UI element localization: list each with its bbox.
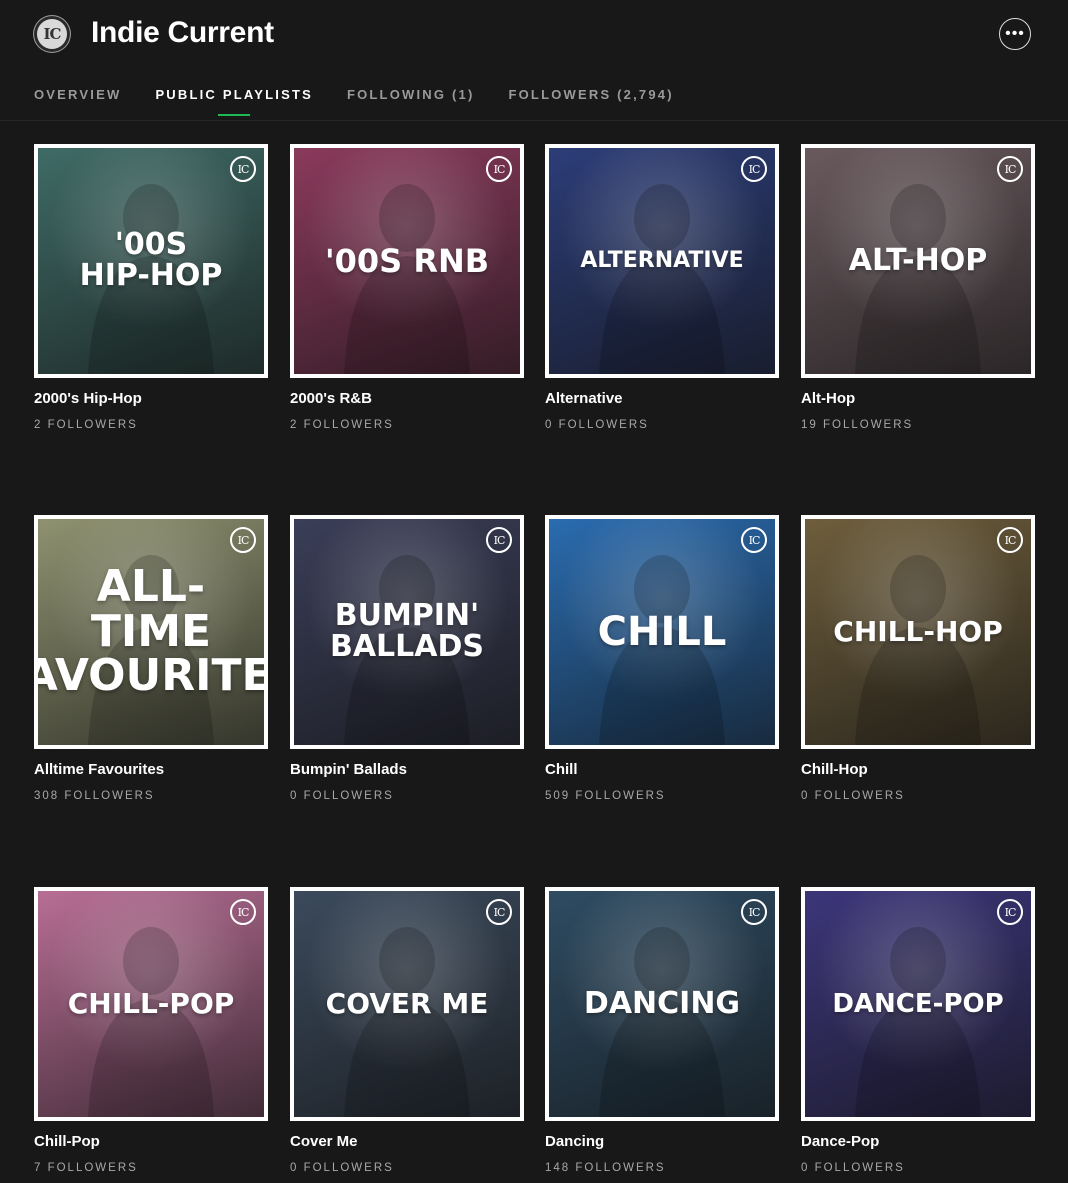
playlist-name[interactable]: Chill-Hop: [801, 761, 868, 778]
playlist-cover-title: Alternative: [580, 247, 744, 273]
playlist-name[interactable]: Alternative: [545, 390, 623, 407]
playlist-card[interactable]: Chill-Pop IC Chill-Pop 7 FOLLOWERS: [34, 887, 268, 1177]
playlist-followers: 0 FOLLOWERS: [290, 790, 394, 802]
playlist-name[interactable]: 2000's Hip-Hop: [34, 390, 142, 407]
playlist-name[interactable]: Chill-Pop: [34, 1133, 100, 1150]
playlist-cover-title: '00s RnB: [324, 241, 490, 280]
playlist-cover-image[interactable]: Cover Me IC: [290, 887, 524, 1121]
playlist-cover-image[interactable]: '00s RnB IC: [290, 144, 524, 378]
brand-badge-icon: IC: [997, 899, 1023, 925]
profile-header: IC Indie Current ••• OVERVIEW PUBLIC PLA…: [0, 0, 1068, 121]
playlist-card[interactable]: Chill IC Chill 509 FOLLOWERS: [545, 515, 779, 805]
playlist-name[interactable]: Chill: [545, 761, 578, 778]
playlist-cover-image[interactable]: '00s Hip-Hop IC: [34, 144, 268, 378]
brand-badge-icon: IC: [741, 527, 767, 553]
playlist-cover-title: Dance-Pop: [832, 988, 1004, 1019]
tab-public-playlists[interactable]: PUBLIC PLAYLISTS: [155, 87, 313, 116]
brand-badge-icon: IC: [230, 899, 256, 925]
playlist-cover-image[interactable]: Dancing IC: [545, 887, 779, 1121]
playlist-card[interactable]: '00s RnB IC 2000's R&B 2 FOLLOWERS: [290, 144, 524, 434]
brand-badge-icon: IC: [486, 899, 512, 925]
playlist-card[interactable]: All- Time Favourites IC Alltime Favourites…: [34, 515, 268, 805]
playlist-cover-title: '00s Hip-Hop: [79, 227, 223, 293]
brand-badge-icon: IC: [997, 156, 1023, 182]
playlist-cover-title: Cover Me: [325, 986, 489, 1020]
playlist-name[interactable]: Alltime Favourites: [34, 761, 164, 778]
playlist-card[interactable]: Bumpin' Ballads IC Bumpin' Ballads 0 FOLLOW…: [290, 515, 524, 805]
brand-badge-icon: IC: [997, 527, 1023, 553]
playlist-cover-image[interactable]: Chill IC: [545, 515, 779, 749]
playlist-cover-title: All- Time Favourites: [38, 560, 264, 702]
playlist-followers: 509 FOLLOWERS: [545, 790, 666, 802]
playlist-followers: 0 FOLLOWERS: [801, 1162, 905, 1174]
playlist-followers: 2 FOLLOWERS: [34, 419, 138, 431]
profile-tabs: OVERVIEW PUBLIC PLAYLISTS FOLLOWING (1) …: [34, 87, 708, 116]
playlist-followers: 19 FOLLOWERS: [801, 419, 914, 431]
playlist-cover-title: Bumpin' Ballads: [329, 598, 485, 664]
playlist-cover-title: Alt-Hop: [848, 242, 988, 278]
playlist-cover-image[interactable]: All- Time Favourites IC: [34, 515, 268, 749]
playlist-followers: 0 FOLLOWERS: [290, 1162, 394, 1174]
playlist-cover-image[interactable]: Bumpin' Ballads IC: [290, 515, 524, 749]
playlist-name[interactable]: Alt-Hop: [801, 390, 855, 407]
brand-badge-icon: IC: [486, 156, 512, 182]
playlist-followers: 2 FOLLOWERS: [290, 419, 394, 431]
playlist-name[interactable]: Bumpin' Ballads: [290, 761, 407, 778]
playlist-followers: 148 FOLLOWERS: [545, 1162, 666, 1174]
playlist-followers: 0 FOLLOWERS: [545, 419, 649, 431]
playlist-card[interactable]: Cover Me IC Cover Me 0 FOLLOWERS: [290, 887, 524, 1177]
playlist-card[interactable]: Alternative IC Alternative 0 FOLLOWERS: [545, 144, 779, 434]
playlist-cover-image[interactable]: Chill-Pop IC: [34, 887, 268, 1121]
playlist-cover-title: Chill: [597, 608, 727, 655]
playlist-cover-title: Chill-Hop: [833, 614, 1003, 648]
playlist-cover-title: Dancing: [583, 985, 741, 1021]
brand-badge-icon: IC: [741, 899, 767, 925]
playlist-cover-image[interactable]: Chill-Hop IC: [801, 515, 1035, 749]
profile-title: Indie Current: [91, 16, 274, 49]
brand-badge-icon: IC: [230, 527, 256, 553]
playlist-card[interactable]: '00s Hip-Hop IC 2000's Hip-Hop 2 FOLLOWERS: [34, 144, 268, 434]
tab-overview[interactable]: OVERVIEW: [34, 87, 121, 102]
profile-logo-icon: IC: [34, 16, 70, 52]
playlist-followers: 7 FOLLOWERS: [34, 1162, 138, 1174]
playlist-followers: 0 FOLLOWERS: [801, 790, 905, 802]
playlist-name[interactable]: Dancing: [545, 1133, 604, 1150]
playlist-name[interactable]: Dance-Pop: [801, 1133, 879, 1150]
playlist-card[interactable]: Alt-Hop IC Alt-Hop 19 FOLLOWERS: [801, 144, 1035, 434]
playlist-card[interactable]: Chill-Hop IC Chill-Hop 0 FOLLOWERS: [801, 515, 1035, 805]
playlist-name[interactable]: 2000's R&B: [290, 390, 372, 407]
playlist-cover-image[interactable]: Dance-Pop IC: [801, 887, 1035, 1121]
brand-badge-icon: IC: [741, 156, 767, 182]
brand-badge-icon: IC: [230, 156, 256, 182]
tab-following[interactable]: FOLLOWING (1): [347, 87, 475, 102]
playlist-followers: 308 FOLLOWERS: [34, 790, 155, 802]
playlist-card[interactable]: Dance-Pop IC Dance-Pop 0 FOLLOWERS: [801, 887, 1035, 1177]
playlist-cover-image[interactable]: Alternative IC: [545, 144, 779, 378]
playlist-card[interactable]: Dancing IC Dancing 148 FOLLOWERS: [545, 887, 779, 1177]
more-options-button[interactable]: •••: [999, 18, 1031, 50]
playlist-name[interactable]: Cover Me: [290, 1133, 358, 1150]
tab-followers[interactable]: FOLLOWERS (2,794): [508, 87, 673, 102]
brand-badge-icon: IC: [486, 527, 512, 553]
playlist-cover-image[interactable]: Alt-Hop IC: [801, 144, 1035, 378]
playlist-cover-title: Chill-Pop: [67, 986, 235, 1020]
